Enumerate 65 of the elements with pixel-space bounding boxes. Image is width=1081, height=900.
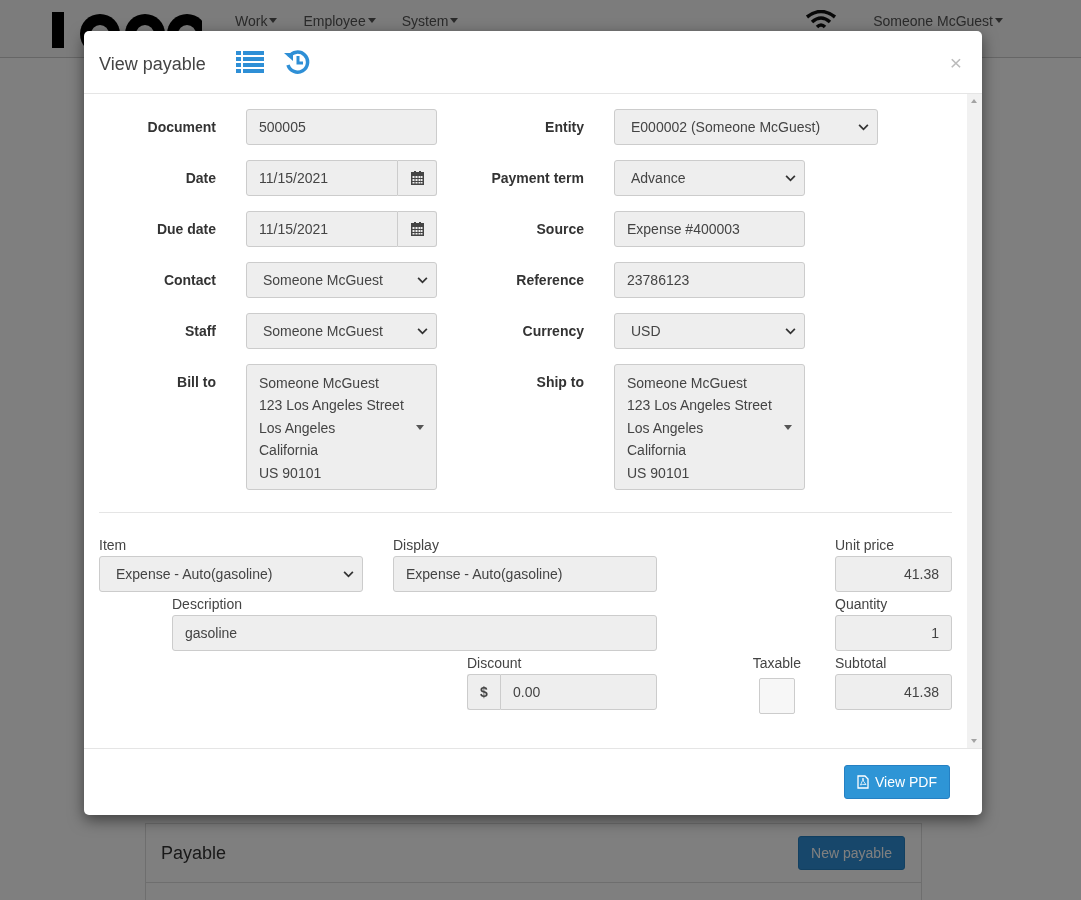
modal-title: View payable [99, 53, 206, 75]
field-label: Item [99, 537, 128, 553]
caret-icon [367, 18, 376, 23]
calendar-icon [410, 171, 424, 185]
select-field[interactable]: USD [614, 313, 805, 349]
field-label: Date [185, 169, 216, 186]
field-label: Bill to [177, 373, 216, 390]
field-label: Source [536, 220, 584, 237]
address-field[interactable]: Someone McGuest 123 Los Angeles Street Los Angeles California US 90101 [246, 364, 437, 490]
field-label: Discount [467, 655, 523, 671]
calendar-icon [410, 222, 424, 236]
field-label: Payment term [491, 169, 584, 186]
select-field[interactable]: Someone McGuest [246, 313, 437, 349]
field-label: Contact [163, 271, 216, 288]
address-field[interactable]: Someone McGuest 123 Los Angeles Street Los Angeles California US 90101 [614, 364, 805, 490]
taxable-checkbox[interactable] [758, 678, 795, 714]
caret-icon [450, 18, 459, 23]
text-field[interactable]: gasoline [172, 615, 657, 651]
field-label: Description [172, 596, 244, 612]
chevron-icon [858, 123, 869, 131]
chevron-icon [343, 570, 354, 578]
field-label: Due date [156, 220, 216, 237]
user-menu[interactable]: Someone McGuest [873, 12, 1003, 29]
chevron-icon [417, 327, 428, 335]
field-label: Staff [184, 322, 216, 339]
field-label: Subtotal [835, 655, 888, 671]
calendar-button[interactable] [398, 160, 437, 196]
field-label: Taxable [752, 655, 801, 671]
chevron-icon [785, 174, 796, 182]
field-label: Entity [545, 118, 584, 135]
date-field[interactable]: 11/15/2021 [246, 211, 398, 247]
chevron-icon [417, 276, 428, 284]
field-label: Ship to [536, 373, 584, 390]
currency-addon: $ [467, 674, 500, 710]
number-field[interactable]: 41.38 [835, 556, 952, 592]
field-label: Reference [516, 271, 584, 288]
field-label: Display [393, 537, 440, 553]
list-icon[interactable] [235, 51, 264, 73]
text-field[interactable]: Expense - Auto(gasoline) [393, 556, 657, 592]
text-field[interactable]: Expense #400003 [614, 211, 805, 247]
history-icon[interactable] [283, 49, 310, 75]
chevron-icon [785, 327, 796, 335]
field-label: Document [147, 118, 216, 135]
wifi-icon [805, 9, 838, 30]
caret-icon [269, 18, 278, 23]
select-field[interactable]: E000002 (Someone McGuest) [614, 109, 878, 145]
caret-icon [416, 424, 424, 430]
caret-icon [784, 424, 792, 430]
text-field[interactable]: 500005 [246, 109, 437, 145]
select-field[interactable]: Expense - Auto(gasoline) [99, 556, 363, 592]
select-field[interactable]: Someone McGuest [246, 262, 437, 298]
discount-field[interactable]: 0.00 [500, 674, 657, 710]
calendar-button[interactable] [398, 211, 437, 247]
date-field[interactable]: 11/15/2021 [246, 160, 398, 196]
pdf-file-icon [857, 775, 869, 789]
number-field[interactable]: 41.38 [835, 674, 952, 710]
scrollbar[interactable] [967, 94, 982, 748]
caret-icon [995, 18, 1003, 23]
select-field[interactable]: Advance [614, 160, 805, 196]
number-field[interactable]: 1 [835, 615, 952, 651]
text-field[interactable]: 23786123 [614, 262, 805, 298]
field-label: Quantity [835, 596, 889, 612]
panel-title: Payable [161, 842, 227, 864]
field-label: Unit price [835, 537, 896, 553]
field-label: Currency [522, 322, 584, 339]
